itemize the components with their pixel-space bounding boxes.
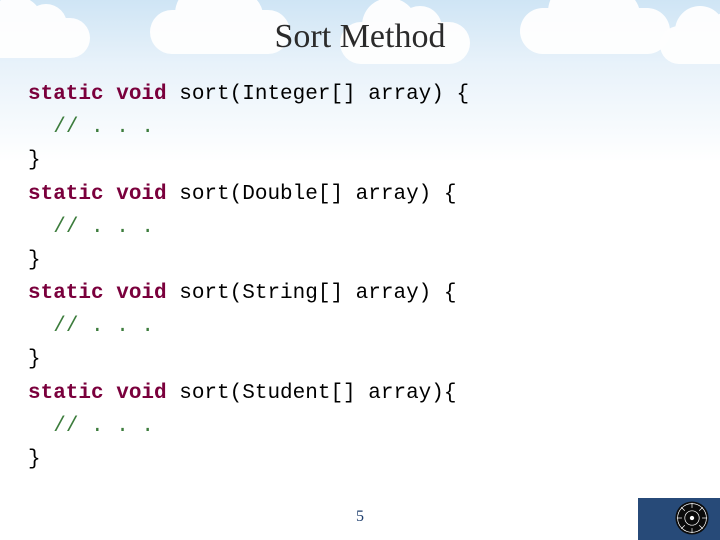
code-comment: // . . . — [53, 415, 154, 438]
code-text: sort(Double[] array) { — [167, 183, 457, 206]
page-number: 5 — [0, 508, 720, 526]
code-text: sort(Integer[] array) { — [167, 83, 469, 106]
code-keyword: static void — [28, 183, 167, 206]
code-text: sort(String[] array) { — [167, 282, 457, 305]
code-text: sort(Student[] array){ — [167, 382, 457, 405]
code-text: } — [28, 348, 41, 371]
code-comment: // . . . — [53, 315, 154, 338]
code-comment: // . . . — [53, 216, 154, 239]
institution-logo-icon — [674, 500, 710, 536]
code-comment: // . . . — [53, 116, 154, 139]
slide-title: Sort Method — [0, 0, 720, 56]
code-text: } — [28, 249, 41, 272]
code-keyword: static void — [28, 282, 167, 305]
code-keyword: static void — [28, 382, 167, 405]
code-block: static void sort(Integer[] array) { // .… — [28, 78, 720, 476]
code-text: } — [28, 448, 41, 471]
code-keyword: static void — [28, 83, 167, 106]
code-text: } — [28, 149, 41, 172]
